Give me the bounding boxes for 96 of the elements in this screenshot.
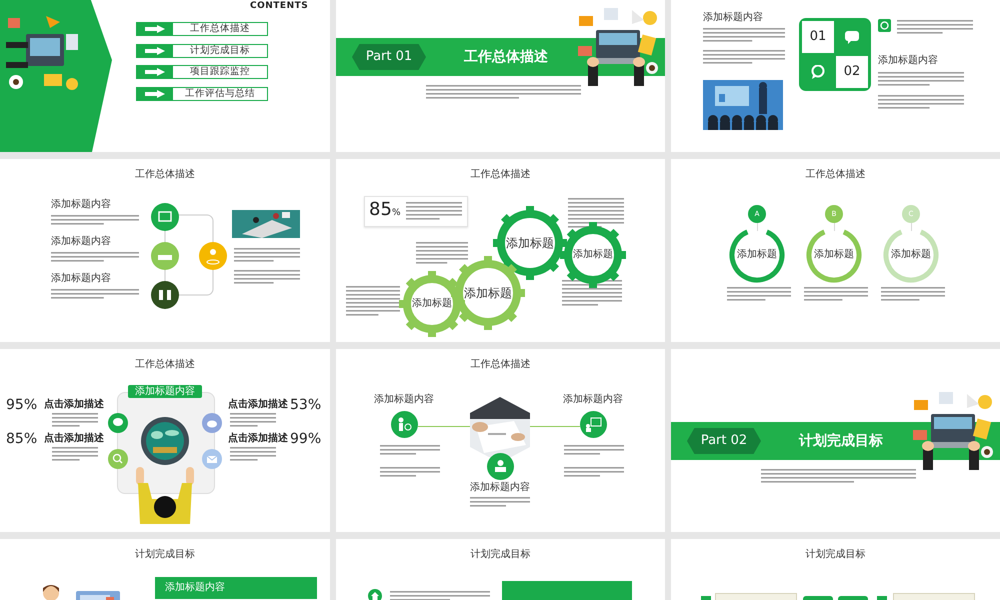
- stat-value: 85%: [6, 430, 38, 448]
- gear-label: 添加标题: [572, 248, 614, 262]
- section-heading: 添加标题内容: [51, 236, 111, 248]
- part-label: Part 01: [352, 44, 426, 70]
- number-label: 02: [836, 56, 868, 88]
- ring-label: 添加标题: [737, 248, 777, 262]
- text-lines-drawing: [234, 247, 300, 263]
- gear-label: 添加标题: [463, 285, 513, 301]
- text-lines-drawing: [52, 446, 98, 462]
- search-icon: [108, 449, 128, 469]
- contents-item-label: 计划完成目标: [189, 44, 251, 56]
- slide-title: 工作总体描述: [134, 168, 196, 182]
- slide-title: 工作总体描述: [804, 168, 866, 182]
- section-heading: 添加标题内容: [562, 394, 624, 406]
- contents-item-label: 项目跟踪监控: [189, 66, 251, 78]
- text-lines-drawing: [568, 197, 624, 229]
- slide-thumbnail[interactable]: 计划完成目标: [671, 539, 1000, 600]
- text-lines-drawing: [380, 466, 440, 478]
- section-heading: 添加标题内容: [51, 273, 111, 285]
- contents-item[interactable]: 工作总体描述: [136, 22, 268, 36]
- ring-label: 添加标题: [814, 248, 854, 262]
- text-lines-drawing: [564, 444, 624, 456]
- stat-value: 85: [369, 200, 392, 220]
- presentation-icon: [580, 411, 607, 438]
- slide-thumbnail[interactable]: 工作总体描述 添加标题内容 添加标题内容 添加标题内容: [0, 159, 330, 342]
- slide-thumbnail[interactable]: CONTENTS 工作总体描述 计划完成目标 项目跟踪监控 工作评估与总结: [0, 0, 330, 152]
- slide-title: 计划完成目标: [470, 548, 532, 562]
- section-heading: 添加标题内容: [373, 394, 435, 406]
- stat-value: 53%: [290, 396, 322, 414]
- slide-thumbnail[interactable]: Part 01 工作总体描述: [336, 0, 665, 152]
- title-box: 添加标题内容: [155, 577, 317, 599]
- text-lines-drawing: [470, 496, 530, 508]
- text-lines-drawing: [234, 269, 300, 285]
- arrow-icon: [145, 90, 165, 98]
- globe-drawing: [141, 417, 189, 465]
- gear-drawing: [399, 271, 465, 337]
- section-title: 工作总体描述: [463, 48, 549, 67]
- text-lines-drawing: [564, 466, 624, 478]
- connector-line: [756, 223, 758, 231]
- arrow-icon: [145, 25, 165, 33]
- person-drawing: [134, 467, 196, 524]
- text-lines-drawing: [230, 412, 276, 428]
- arrow-icon: [145, 68, 165, 76]
- section-heading: 添加标题内容: [878, 55, 938, 67]
- slide-title: 工作总体描述: [470, 358, 532, 372]
- text-lines-drawing: [804, 286, 868, 302]
- arrow-icon: [145, 46, 165, 54]
- gear-drawing: [560, 222, 626, 288]
- stat-value: 99%: [290, 430, 322, 448]
- contents-heading: CONTENTS: [250, 0, 310, 12]
- ring-label: 添加标题: [891, 248, 931, 262]
- stat-label: 点击添加描述: [44, 399, 104, 411]
- slide-thumbnail[interactable]: 工作总体描述 添加标题内容 添加标题内容 添加标题内容: [336, 349, 665, 532]
- section-title: 计划完成目标: [798, 432, 884, 451]
- text-lines-drawing: [881, 286, 945, 302]
- slide-title: 计划完成目标: [804, 548, 866, 562]
- slide-title: 工作总体描述: [134, 358, 196, 372]
- mail-icon: [202, 449, 222, 469]
- connector-line: [910, 223, 912, 231]
- text-lines-drawing: [346, 285, 400, 317]
- slide-title: 工作总体描述: [470, 168, 532, 182]
- stat-label: 点击添加描述: [44, 433, 104, 445]
- text-lines-drawing: [406, 201, 462, 221]
- text-lines-drawing: [52, 412, 98, 428]
- stat-label: 点击添加描述: [228, 433, 288, 445]
- slide-title: 计划完成目标: [134, 548, 196, 562]
- text-lines-drawing: [562, 279, 622, 307]
- stat-label: 点击添加描述: [228, 399, 288, 411]
- contents-item-label: 工作评估与总结: [184, 88, 256, 100]
- ring-drawing: [806, 227, 862, 283]
- stat-unit: %: [392, 208, 401, 218]
- banner-label: 添加标题内容: [128, 385, 202, 398]
- contents-item[interactable]: 工作评估与总结: [136, 86, 268, 100]
- gear-label: 添加标题: [411, 296, 453, 311]
- text-lines-drawing: [416, 241, 468, 265]
- number-label: 01: [802, 21, 834, 53]
- contents-item[interactable]: 计划完成目标: [136, 44, 268, 58]
- text-lines-drawing: [727, 286, 791, 302]
- slide-thumbnail[interactable]: 工作总体描述 85% 添加标题 添加标题 添加标题 添加标题: [336, 159, 665, 342]
- section-heading: 添加标题内容: [703, 12, 763, 24]
- stat-value: 95%: [6, 396, 38, 414]
- slide-thumbnail[interactable]: Part 02 计划完成目标: [671, 349, 1000, 532]
- contents-item[interactable]: 项目跟踪监控: [136, 65, 268, 79]
- text-lines-drawing: [230, 446, 276, 462]
- part-label: Part 02: [687, 428, 761, 454]
- slide-thumbnail[interactable]: 计划完成目标 添加标题内容: [0, 539, 330, 600]
- section-heading: 添加标题内容: [469, 482, 531, 494]
- contents-item-label: 工作总体描述: [189, 23, 251, 35]
- slide-thumbnail[interactable]: 计划完成目标: [336, 539, 665, 600]
- gear-label: 添加标题: [505, 235, 555, 251]
- person-chart-icon: [391, 411, 418, 438]
- ring-drawing: [883, 227, 939, 283]
- ring-drawing: [729, 227, 785, 283]
- text-lines-drawing: [380, 444, 440, 456]
- section-heading: 添加标题内容: [51, 199, 111, 211]
- slide-thumbnail[interactable]: 添加标题内容 01 02 添加标题内容: [671, 0, 1000, 152]
